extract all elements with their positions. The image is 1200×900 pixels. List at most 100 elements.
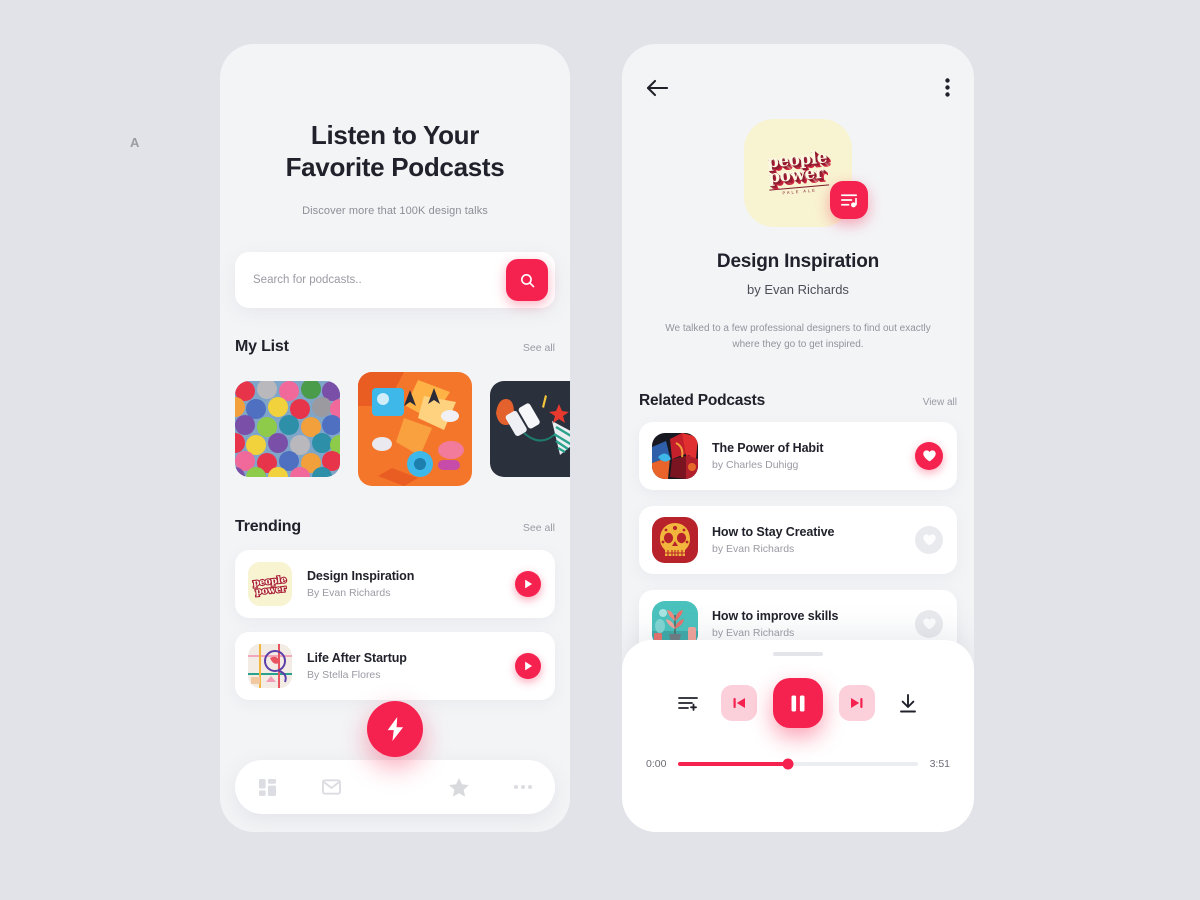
trending-item-meta: Design Inspiration By Evan Richards xyxy=(307,569,515,599)
album-art-wrapper: people power PALE ALE xyxy=(622,119,974,227)
quick-action-fab[interactable] xyxy=(367,701,423,757)
search-bar[interactable] xyxy=(235,252,555,308)
colorful-umbrellas-artwork xyxy=(235,381,340,477)
related-item-title: How to improve skills xyxy=(712,609,839,623)
related-podcasts-list: The Power of Habit by Charles Duhigg How… xyxy=(639,422,957,658)
elapsed-time: 0:00 xyxy=(646,758,667,770)
lightning-bolt-icon xyxy=(387,717,403,741)
trending-item-design-inspiration[interactable]: people power Design Inspiration By Evan … xyxy=(235,550,555,618)
related-podcasts-title: Related Podcasts xyxy=(639,392,766,409)
heart-icon xyxy=(922,534,936,546)
trending-item-life-after-startup[interactable]: Life After Startup By Stella Flores xyxy=(235,632,555,700)
play-icon xyxy=(524,579,532,589)
favorite-toggle-button[interactable] xyxy=(915,442,943,470)
skip-next-icon xyxy=(851,698,863,708)
trending-see-all-link[interactable]: See all xyxy=(523,522,555,534)
trending-item-author: By Stella Flores xyxy=(307,669,381,681)
hero-title: Listen to Your Favorite Podcasts xyxy=(220,119,570,183)
podcast-author: by Evan Richards xyxy=(747,282,849,297)
queue-list-icon xyxy=(678,697,698,711)
playlist-badge-button[interactable] xyxy=(830,181,868,219)
my-list-see-all-link[interactable]: See all xyxy=(523,342,555,354)
related-item-author: by Charles Duhigg xyxy=(712,459,799,471)
people-power-cream-thumb: people power xyxy=(248,562,292,606)
podcast-title: Design Inspiration xyxy=(716,251,880,272)
sugar-skull-thumb-art xyxy=(652,517,698,563)
related-item-power-of-habit[interactable]: The Power of Habit by Charles Duhigg xyxy=(639,422,957,490)
heart-icon xyxy=(922,618,936,630)
my-list-title: My List xyxy=(235,338,289,355)
arrow-left-icon xyxy=(646,79,668,96)
player-controls-row xyxy=(622,678,974,728)
detail-top-bar xyxy=(622,44,974,97)
trending-item-meta: Life After Startup By Stella Flores xyxy=(307,651,515,681)
my-list-cards-row[interactable] xyxy=(235,370,570,488)
progress-fill xyxy=(678,762,789,766)
nav-item-dashboard[interactable] xyxy=(235,778,299,796)
next-track-button[interactable] xyxy=(839,685,875,721)
nav-item-favorites[interactable] xyxy=(427,777,491,797)
dashboard-grid-icon xyxy=(258,778,276,796)
related-podcasts-header: Related Podcasts View all xyxy=(639,392,957,410)
related-item-meta: How to Stay Creative by Evan Richards xyxy=(712,525,915,555)
queue-button[interactable] xyxy=(671,686,705,720)
download-button[interactable] xyxy=(891,686,925,720)
heart-icon xyxy=(922,450,936,462)
trending-item-title: Design Inspiration xyxy=(307,569,415,583)
favorite-toggle-button[interactable] xyxy=(915,610,943,638)
progress-knob[interactable] xyxy=(782,758,794,770)
playlist-queue-icon xyxy=(840,193,857,207)
people-power-logo: people power PALE ALE xyxy=(766,147,830,197)
related-view-all-link[interactable]: View all xyxy=(923,397,957,408)
canvas-corner-mark: A xyxy=(130,135,140,150)
more-dots-icon xyxy=(514,785,532,789)
trending-item-title: Life After Startup xyxy=(307,651,407,665)
favorite-toggle-button[interactable] xyxy=(915,526,943,554)
dark-abstract-thumb-art xyxy=(652,433,698,479)
my-list-card-isometric[interactable] xyxy=(358,372,472,486)
vertical-dots-icon xyxy=(945,78,950,97)
abstract-lines-thumb-art xyxy=(248,644,292,688)
player-sheet: 0:00 3:51 xyxy=(622,640,974,832)
abstract-lines-thumb xyxy=(248,644,292,688)
people-power-thumb-art: people power xyxy=(248,562,292,606)
hero-title-line-2: Favorite Podcasts xyxy=(285,152,505,182)
mail-envelope-icon xyxy=(321,779,341,795)
dark-abstract-art-thumb xyxy=(652,433,698,479)
album-logo-line-2: power xyxy=(767,162,824,188)
bottom-navigation-bar[interactable] xyxy=(235,760,555,814)
progress-track[interactable] xyxy=(678,758,918,770)
related-item-title: How to Stay Creative xyxy=(712,525,835,539)
related-item-author: by Evan Richards xyxy=(712,627,795,639)
orange-3d-isometric-artwork xyxy=(358,372,472,486)
phone-screen-detail: people power PALE ALE Design Inspiration… xyxy=(622,44,974,832)
my-list-card-umbrellas[interactable] xyxy=(235,381,340,477)
related-item-author: by Evan Richards xyxy=(712,543,795,555)
search-input[interactable] xyxy=(253,274,506,286)
download-icon xyxy=(900,693,916,712)
hero-title-line-1: Listen to Your xyxy=(310,120,480,150)
nav-item-more[interactable] xyxy=(491,784,555,790)
play-button[interactable] xyxy=(515,571,541,597)
related-item-stay-creative[interactable]: How to Stay Creative by Evan Richards xyxy=(639,506,957,574)
play-button[interactable] xyxy=(515,653,541,679)
nav-item-inbox[interactable] xyxy=(299,779,363,795)
podcast-description: We talked to a few professional designer… xyxy=(665,323,931,350)
previous-track-button[interactable] xyxy=(721,685,757,721)
search-button[interactable] xyxy=(506,259,548,301)
dark-navy-illustration-artwork xyxy=(490,381,570,477)
related-item-meta: The Power of Habit by Charles Duhigg xyxy=(712,441,915,471)
overflow-menu-button[interactable] xyxy=(945,78,950,97)
sheet-grabber-handle[interactable] xyxy=(773,652,823,656)
pause-icon xyxy=(791,695,805,711)
play-pause-button[interactable] xyxy=(773,678,823,728)
phone-screen-home: Listen to Your Favorite Podcasts Discove… xyxy=(220,44,570,832)
search-icon xyxy=(520,273,534,287)
my-list-card-dark-illustration[interactable] xyxy=(490,381,570,477)
skip-previous-icon xyxy=(733,698,745,708)
design-canvas: A Listen to Your Favorite Podcasts Disco… xyxy=(0,0,1200,900)
back-button[interactable] xyxy=(646,79,668,97)
total-duration: 3:51 xyxy=(929,758,950,770)
trending-header: Trending See all xyxy=(235,518,555,536)
my-list-header: My List See all xyxy=(235,338,555,356)
